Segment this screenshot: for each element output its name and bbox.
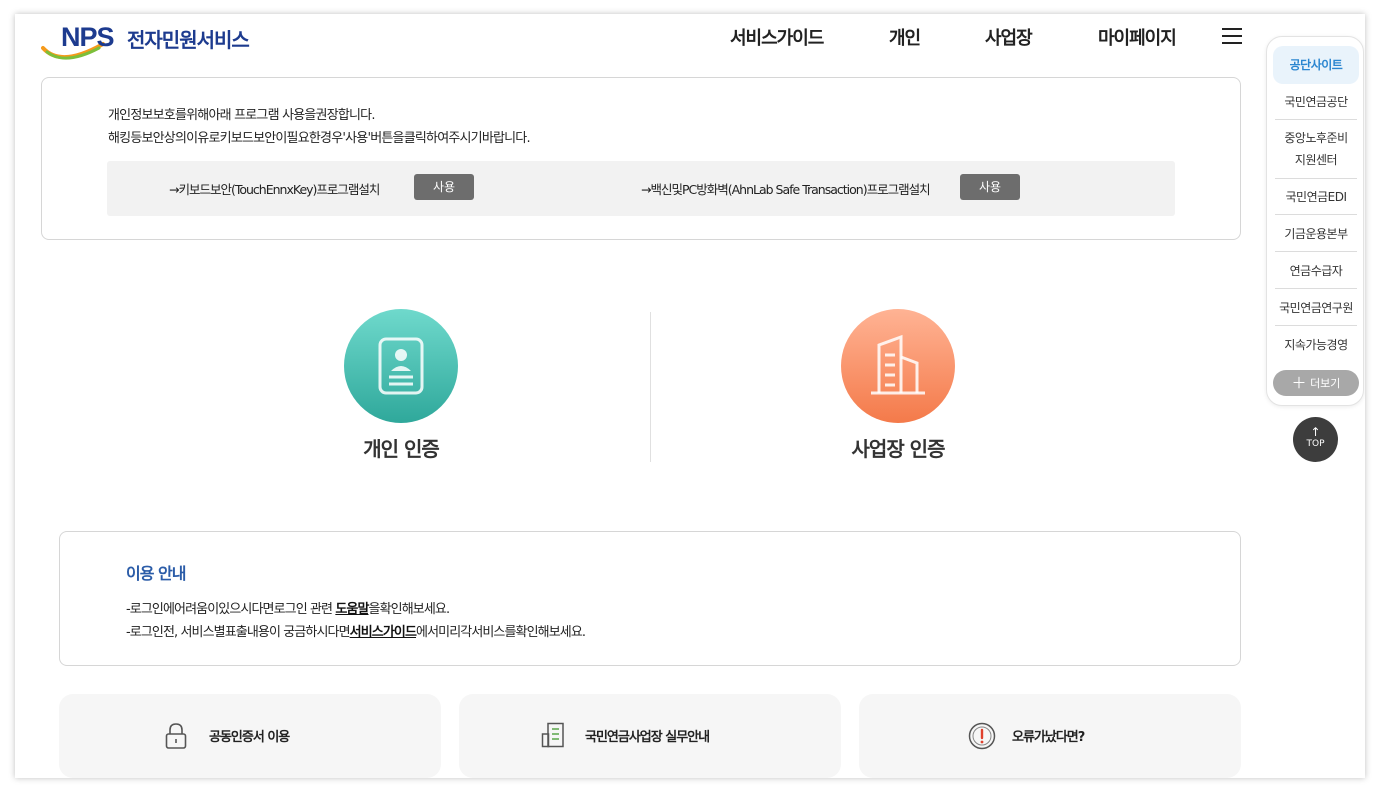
business-guide-label: 국민연금사업장 실무안내 bbox=[585, 730, 710, 745]
help-link[interactable]: 도움말 bbox=[335, 602, 369, 617]
top-label: TOP bbox=[1306, 439, 1325, 449]
agency-sites-title[interactable]: 공단사이트 bbox=[1273, 46, 1359, 84]
plus-icon: ＋ bbox=[1291, 374, 1307, 392]
service-title: 전자민원서비스 bbox=[127, 28, 250, 52]
id-card-icon bbox=[378, 337, 424, 395]
personal-auth-label: 개인 인증 bbox=[363, 437, 440, 461]
arrow-up-icon: ↑ bbox=[1310, 425, 1321, 439]
business-auth-option[interactable]: 사업장 인증 bbox=[748, 309, 1048, 479]
joint-certificate-card[interactable]: 공동인증서 이용 bbox=[59, 694, 441, 778]
auth-divider bbox=[650, 312, 651, 462]
keyboard-security-label: →키보드보안(TouchEnnxKey)프로그램설치 bbox=[169, 182, 380, 197]
lock-icon bbox=[165, 723, 187, 749]
personal-auth-circle bbox=[344, 309, 458, 423]
antivirus-label: →백신및PC방화벽(AhnLab Safe Transaction)프로그램설치 bbox=[641, 182, 931, 197]
usage-guide: 이용 안내 -로그인에어려움이있으시다면로그인 관련 도움말을확인해보세요. -… bbox=[59, 531, 1241, 666]
keyboard-security-use-button[interactable]: 사용 bbox=[414, 174, 474, 200]
nps-logo[interactable]: NPS 전자민원서비스 bbox=[41, 20, 271, 64]
guide-title: 이용 안내 bbox=[126, 564, 186, 583]
nav-mypage[interactable]: 마이페이지 bbox=[1098, 24, 1177, 50]
menu-icon[interactable] bbox=[1222, 28, 1242, 44]
security-notice: 개인정보보호를위해아래 프로그램 사용을권장합니다. 해킹등보안상의이유로키보드… bbox=[41, 77, 1241, 240]
quick-link-nps[interactable]: 국민연금공단 bbox=[1275, 91, 1357, 113]
quick-link-retirement-center-2[interactable]: 지원센터 bbox=[1275, 149, 1357, 171]
error-help-card[interactable]: 오류가났다면? bbox=[859, 694, 1241, 778]
quick-link-research[interactable]: 국민연금연구원 bbox=[1275, 297, 1357, 319]
personal-auth-option[interactable]: 개인 인증 bbox=[251, 309, 551, 479]
security-programs: →키보드보안(TouchEnnxKey)프로그램설치 사용 →백신및PC방화벽(… bbox=[107, 161, 1175, 216]
building-icon bbox=[871, 334, 925, 395]
alert-icon bbox=[968, 722, 996, 750]
guide-line-2: -로그인전, 서비스별표출내용이 궁금하시다면서비스가이드에서미리각서비스를확인… bbox=[126, 625, 586, 640]
quick-divider bbox=[1275, 251, 1357, 252]
security-line-2: 해킹등보안상의이유로키보드보안이필요한경우'사용'버튼을클릭하여주시기바랍니다. bbox=[108, 131, 531, 146]
quick-link-pensioners[interactable]: 연금수급자 bbox=[1275, 260, 1357, 282]
document-icon bbox=[541, 722, 564, 748]
agency-sites-panel: 공단사이트 국민연금공단 중앙노후준비 지원센터 국민연금EDI 기금운용본부 … bbox=[1266, 36, 1364, 406]
business-auth-circle bbox=[841, 309, 955, 423]
antivirus-use-button[interactable]: 사용 bbox=[960, 174, 1020, 200]
service-guide-link[interactable]: 서비스가이드 bbox=[350, 625, 417, 640]
quick-divider bbox=[1275, 214, 1357, 215]
more-label: 더보기 bbox=[1310, 377, 1341, 390]
quick-divider bbox=[1275, 178, 1357, 179]
business-guide-card[interactable]: 국민연금사업장 실무안내 bbox=[459, 694, 841, 778]
quick-divider bbox=[1275, 288, 1357, 289]
nav-service-guide[interactable]: 서비스가이드 bbox=[730, 24, 824, 50]
more-button[interactable]: ＋ 더보기 bbox=[1273, 370, 1359, 396]
guide-line-1: -로그인에어려움이있으시다면로그인 관련 도움말을확인해보세요. bbox=[126, 602, 450, 617]
logo-wordmark: NPS bbox=[61, 22, 115, 52]
quick-link-edi[interactable]: 국민연금EDI bbox=[1275, 186, 1357, 208]
nav-business[interactable]: 사업장 bbox=[985, 24, 1033, 50]
business-auth-label: 사업장 인증 bbox=[851, 437, 946, 461]
quick-divider bbox=[1275, 325, 1357, 326]
quick-link-fund[interactable]: 기금운용본부 bbox=[1275, 223, 1357, 245]
nav-personal[interactable]: 개인 bbox=[889, 24, 921, 50]
page-frame: NPS 전자민원서비스 서비스가이드 개인 사업장 마이페이지 개인정보보호를위… bbox=[15, 14, 1365, 778]
quick-divider bbox=[1275, 119, 1357, 120]
error-help-label: 오류가났다면? bbox=[1012, 730, 1085, 745]
quick-link-retirement-center-1[interactable]: 중앙노후준비 bbox=[1275, 127, 1357, 149]
quick-link-sustainability[interactable]: 지속가능경영 bbox=[1275, 334, 1357, 356]
scroll-top-button[interactable]: ↑ TOP bbox=[1293, 417, 1338, 462]
joint-certificate-label: 공동인증서 이용 bbox=[209, 730, 290, 745]
security-line-1: 개인정보보호를위해아래 프로그램 사용을권장합니다. bbox=[108, 108, 375, 123]
